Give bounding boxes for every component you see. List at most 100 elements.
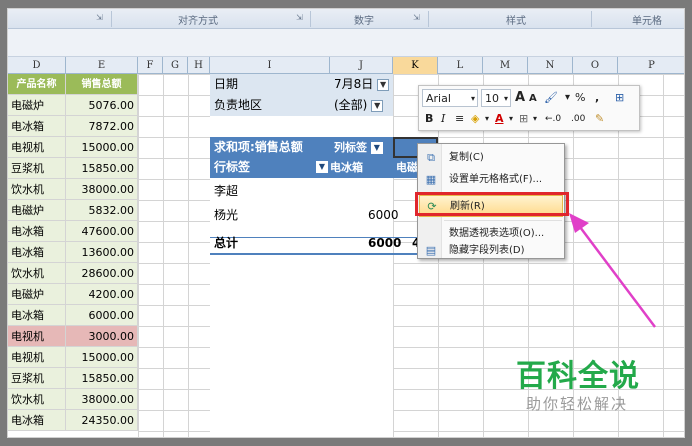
- column-header-n[interactable]: N: [528, 57, 573, 74]
- table-cell-product[interactable]: 饮水机: [8, 389, 66, 410]
- column-header-o[interactable]: O: [573, 57, 618, 74]
- column-header-d[interactable]: D: [8, 57, 66, 74]
- table-cell-amount[interactable]: 15850.00: [66, 158, 138, 179]
- table-cell-amount[interactable]: 6000.00: [66, 305, 138, 326]
- table-cell-product[interactable]: 电冰箱: [8, 221, 66, 242]
- increase-decimal-button[interactable]: ←.0: [545, 110, 561, 128]
- column-header-g[interactable]: G: [163, 57, 188, 74]
- menu-item-copy[interactable]: ⧉ 复制(C): [419, 147, 563, 169]
- table-cell-product[interactable]: 电磁炉: [8, 200, 66, 221]
- format-painter-icon[interactable]: 🖌: [544, 89, 558, 107]
- table-cell-amount[interactable]: 38000.00: [66, 389, 138, 410]
- column-header-j[interactable]: J: [330, 57, 393, 74]
- table-cell-product[interactable]: 电磁炉: [8, 284, 66, 305]
- column-header-p[interactable]: P: [618, 57, 684, 74]
- menu-item-hide-field-list[interactable]: ▤ 隐藏字段列表(D): [419, 242, 563, 260]
- dropdown-arrow-icon[interactable]: ▾: [533, 110, 537, 128]
- font-color-button[interactable]: A: [495, 110, 504, 128]
- table-cell-amount[interactable]: 15000.00: [66, 137, 138, 158]
- pivot-total-divider: [210, 237, 438, 238]
- formula-bar-area: [8, 29, 684, 57]
- table-cell-product[interactable]: 电冰箱: [8, 116, 66, 137]
- table-cell-amount[interactable]: 24350.00: [66, 410, 138, 431]
- pivot-col1-header: 电冰箱: [330, 161, 363, 174]
- column-header-l[interactable]: L: [438, 57, 483, 74]
- table-cell-product[interactable]: 电冰箱: [8, 410, 66, 431]
- dropdown-arrow-icon[interactable]: ▾: [485, 110, 489, 128]
- table-cell-product[interactable]: 电磁炉: [8, 95, 66, 116]
- table-header-product[interactable]: 产品名称: [8, 74, 66, 95]
- pivot-filter-region-text: (全部): [334, 98, 368, 112]
- grid-area: [138, 74, 210, 437]
- column-header-h[interactable]: H: [188, 57, 210, 74]
- percent-style-button[interactable]: %: [575, 89, 585, 107]
- excel-window: ⇲ 对齐方式 ⇲ 数字 ⇲ 样式 单元格 D E F G H I J K L M…: [7, 8, 685, 438]
- table-cell-amount[interactable]: 4200.00: [66, 284, 138, 305]
- column-headers: D E F G H I J K L M N O P: [8, 57, 684, 74]
- fill-color-icon[interactable]: ◈: [471, 110, 479, 128]
- pivot-total-v1: 6000: [368, 236, 402, 250]
- ribbon-group-alignment: 对齐方式: [178, 16, 218, 27]
- pivot-filter-date-value[interactable]: 7月8日 ▼: [334, 74, 390, 95]
- mini-toolbar: Arial ▾ 10 ▾ A A 🖌 ▾ % , ⊞ B I ≡ ◈ ▾ A ▾…: [418, 85, 640, 131]
- decrease-decimal-button[interactable]: .00: [571, 110, 585, 128]
- dialog-launcher-icon[interactable]: ⇲: [413, 13, 420, 22]
- dropdown-arrow-icon[interactable]: ▼: [370, 142, 383, 154]
- column-header-m[interactable]: M: [483, 57, 528, 74]
- column-header-e[interactable]: E: [66, 57, 138, 74]
- pivot-filter-date-label: 日期: [214, 77, 239, 91]
- table-cell-product[interactable]: 电冰箱: [8, 242, 66, 263]
- menu-item-format-cells[interactable]: ▦ 设置单元格格式(F)...: [419, 169, 563, 191]
- dropdown-arrow-icon[interactable]: ▼: [371, 99, 384, 112]
- table-cell-amount[interactable]: 28600.00: [66, 263, 138, 284]
- pivot-col-label[interactable]: 列标签 ▼: [334, 137, 383, 158]
- pivot-total-label: 总计: [214, 236, 239, 250]
- column-header-k[interactable]: K: [393, 57, 438, 74]
- table-cell-amount[interactable]: 5076.00: [66, 95, 138, 116]
- table-cell-amount[interactable]: 47600.00: [66, 221, 138, 242]
- filter-funnel-icon[interactable]: ▼: [377, 78, 390, 91]
- annotation-arrow-icon: [569, 213, 656, 328]
- pivot-filter-region-label: 负责地区: [214, 98, 263, 112]
- italic-button[interactable]: I: [441, 110, 445, 128]
- borders-icon[interactable]: ⊞: [519, 110, 528, 128]
- column-header-i[interactable]: I: [210, 57, 330, 74]
- table-cell-product[interactable]: 饮水机: [8, 179, 66, 200]
- merge-center-icon[interactable]: ⊞: [615, 89, 624, 107]
- format-cells-icon: ▦: [425, 173, 437, 186]
- dropdown-arrow-icon[interactable]: ▾: [565, 89, 570, 107]
- dialog-launcher-icon[interactable]: ⇲: [296, 13, 303, 22]
- table-cell-amount[interactable]: 15850.00: [66, 368, 138, 389]
- table-cell-amount[interactable]: 7872.00: [66, 116, 138, 137]
- pivot-col-label-text: 列标签: [334, 141, 367, 154]
- grow-font-button[interactable]: A: [515, 89, 525, 107]
- table-cell-product[interactable]: 电视机: [8, 347, 66, 368]
- table-cell-product[interactable]: 豆浆机: [8, 368, 66, 389]
- table-cell-amount[interactable]: 15000.00: [66, 347, 138, 368]
- table-cell-product[interactable]: 电视机: [8, 326, 66, 347]
- font-name-value: Arial: [426, 92, 451, 105]
- format-painter-icon[interactable]: ✎: [595, 110, 604, 128]
- dialog-launcher-icon[interactable]: ⇲: [96, 13, 103, 22]
- pivot-filter-region-value[interactable]: (全部) ▼: [334, 95, 384, 116]
- font-size-select[interactable]: 10 ▾: [481, 89, 511, 107]
- pivot-filter-date-text: 7月8日: [334, 77, 374, 91]
- table-cell-product[interactable]: 饮水机: [8, 263, 66, 284]
- dropdown-arrow-icon[interactable]: ▾: [509, 110, 513, 128]
- dropdown-arrow-icon[interactable]: ▼: [316, 161, 328, 173]
- table-cell-product[interactable]: 豆浆机: [8, 158, 66, 179]
- table-cell-product[interactable]: 电冰箱: [8, 305, 66, 326]
- column-header-f[interactable]: F: [138, 57, 163, 74]
- comma-style-button[interactable]: ,: [595, 89, 599, 107]
- table-header-amount[interactable]: 销售总额: [66, 74, 138, 95]
- table-cell-amount[interactable]: 5832.00: [66, 200, 138, 221]
- align-center-button[interactable]: ≡: [455, 110, 464, 128]
- bold-button[interactable]: B: [425, 110, 433, 128]
- table-cell-amount[interactable]: 13600.00: [66, 242, 138, 263]
- pivot-row-label: 行标签: [214, 160, 251, 174]
- table-cell-amount[interactable]: 38000.00: [66, 179, 138, 200]
- table-cell-product[interactable]: 电视机: [8, 137, 66, 158]
- table-cell-amount[interactable]: 3000.00: [66, 326, 138, 347]
- shrink-font-button[interactable]: A: [529, 90, 537, 108]
- font-name-select[interactable]: Arial ▾: [422, 89, 478, 107]
